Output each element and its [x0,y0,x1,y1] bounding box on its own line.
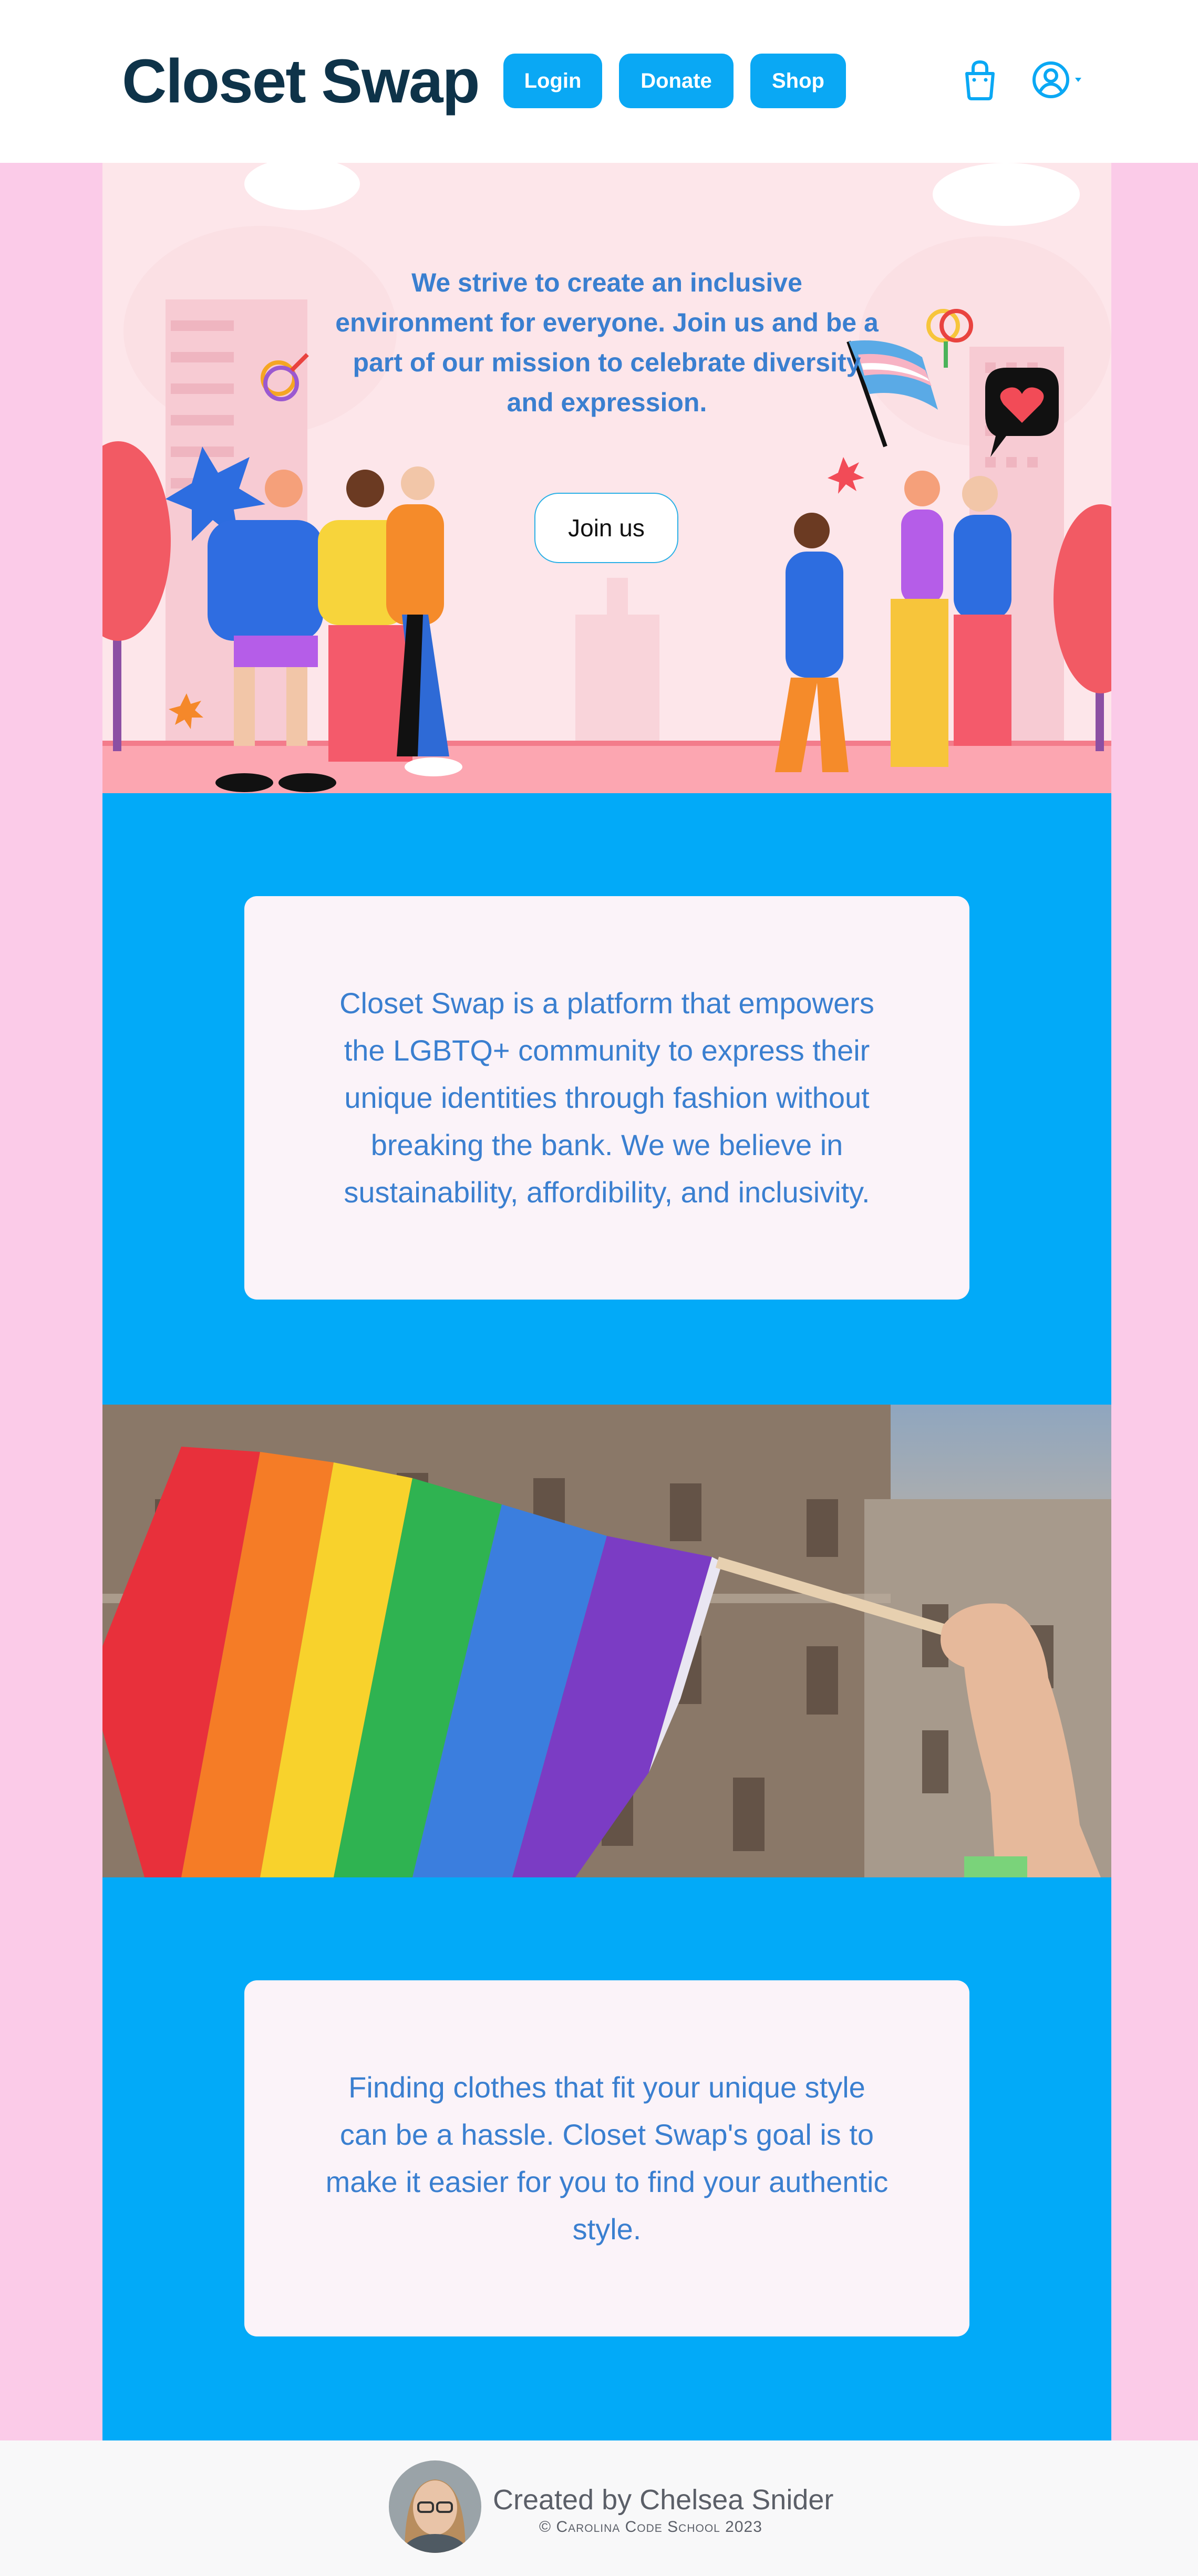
copyright-text: © Carolina Code School 2023 [539,2518,762,2536]
style-text: Finding clothes that fit your unique sty… [325,2071,889,2246]
author-avatar [389,2460,481,2553]
site-header: Closet Swap Login Donate Shop [0,0,1198,163]
brand-logo[interactable]: Closet Swap [122,47,480,116]
shopping-bag-icon[interactable] [962,59,998,101]
main-content: We strive to create an inclusive environ… [102,163,1111,2440]
join-us-button[interactable]: Join us [534,493,678,563]
shop-button[interactable]: Shop [750,54,846,108]
author-credit: Created by Chelsea Snider [493,2484,834,2516]
pride-crowd-illustration [102,163,1111,793]
mission-statement: We strive to create an inclusive environ… [335,268,879,417]
about-text: Closet Swap is a platform that empowers … [339,986,874,1209]
donate-button[interactable]: Donate [619,54,734,108]
style-card: Finding clothes that fit your unique sty… [244,1980,969,2336]
user-account-icon[interactable] [1030,59,1088,101]
pride-flag-photo [102,1405,1111,1877]
about-card: Closet Swap is a platform that empowers … [244,896,969,1300]
site-footer: Created by Chelsea Snider © Carolina Cod… [0,2440,1198,2576]
hero-banner: We strive to create an inclusive environ… [102,163,1111,793]
login-button[interactable]: Login [503,54,602,108]
